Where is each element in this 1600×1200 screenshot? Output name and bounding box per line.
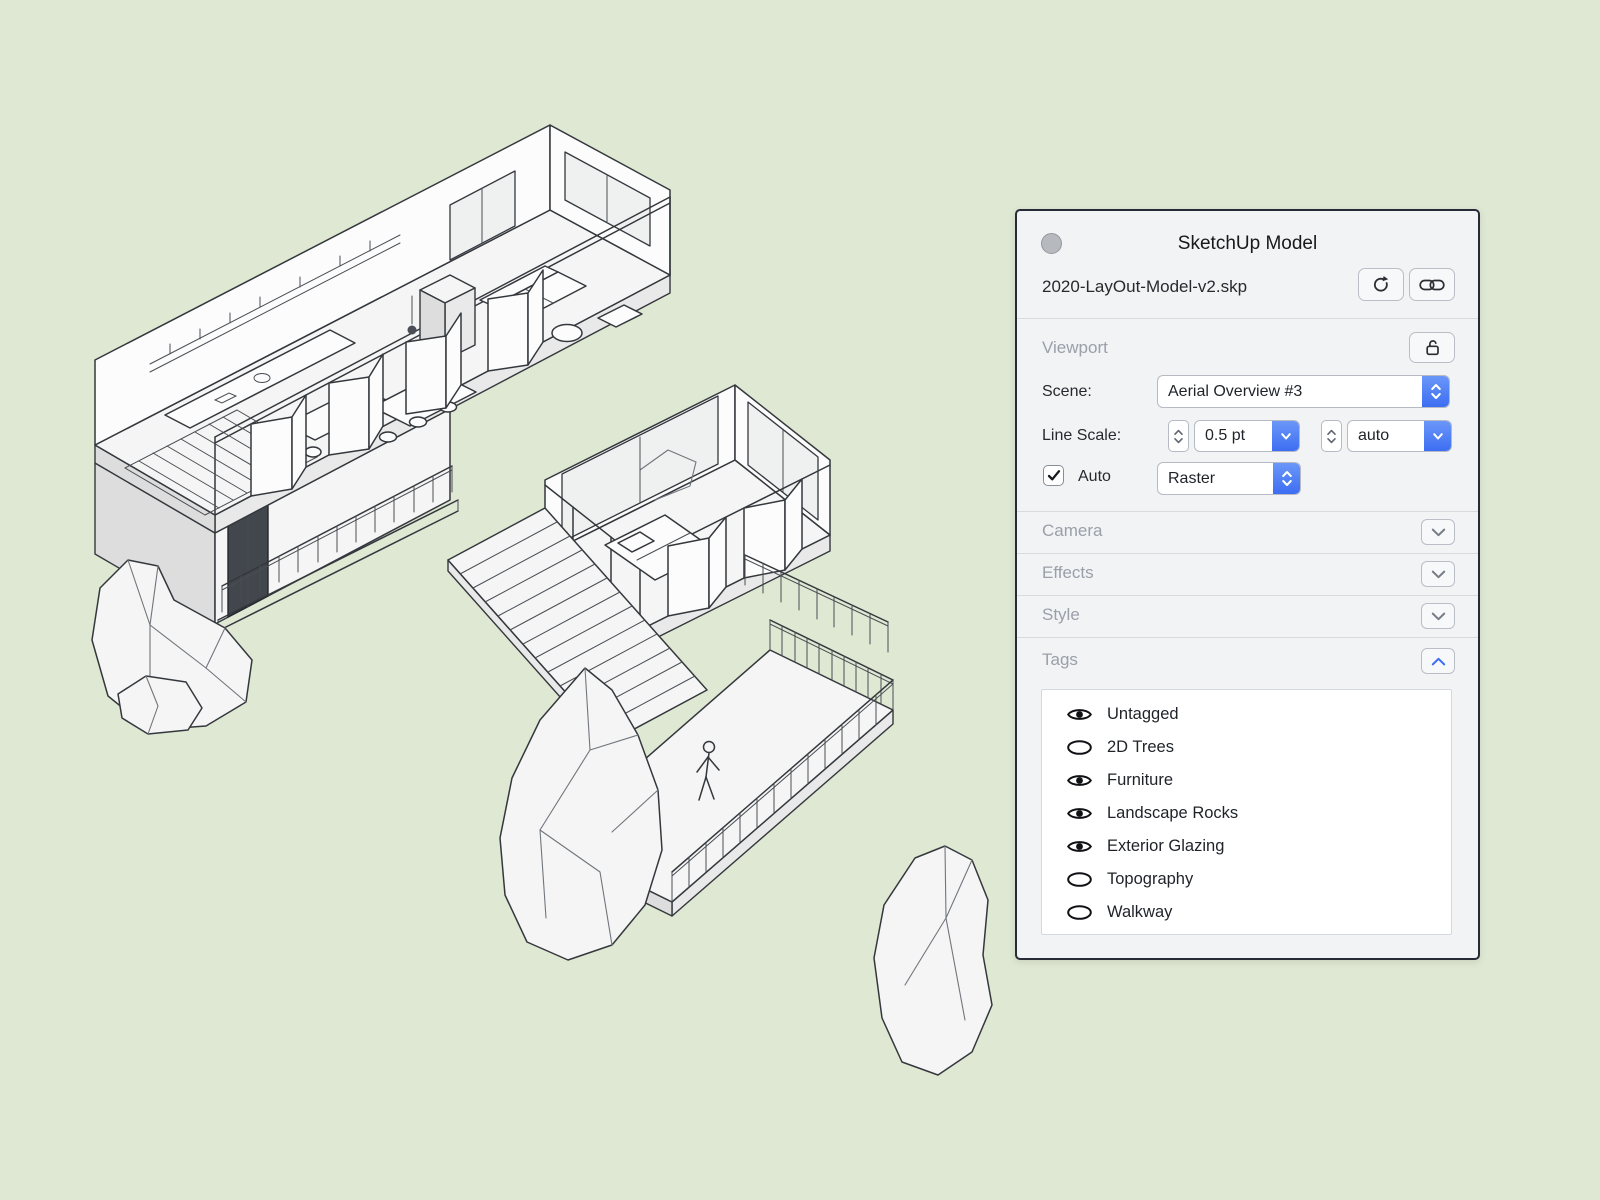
line-scale-auto-dropdown[interactable]: auto [1347, 420, 1452, 452]
tags-collapse-button[interactable] [1421, 648, 1455, 674]
dropdown-chevrons-icon[interactable] [1422, 376, 1449, 407]
line-scale-dropdown[interactable]: 0.5 pt [1194, 420, 1300, 452]
lock-viewport-button[interactable] [1409, 332, 1455, 363]
tag-row[interactable]: Exterior Glazing [1042, 830, 1451, 863]
tag-row[interactable]: 2D Trees [1042, 731, 1451, 764]
visibility-eye-icon[interactable] [1066, 739, 1093, 756]
chevron-down-icon [1431, 528, 1446, 537]
tag-label: Untagged [1107, 705, 1179, 724]
tag-label: Exterior Glazing [1107, 837, 1224, 856]
camera-collapse-button[interactable] [1421, 519, 1455, 545]
line-scale-auto-stepper[interactable] [1321, 420, 1342, 452]
refresh-reference-button[interactable] [1358, 268, 1404, 301]
rock-right [874, 846, 992, 1075]
style-collapse-button[interactable] [1421, 603, 1455, 629]
tag-row[interactable]: Untagged [1042, 698, 1451, 731]
layout-canvas: SketchUp Model 2020-LayOut-Model-v2.skp … [0, 0, 1600, 1200]
visibility-eye-icon[interactable] [1066, 904, 1093, 921]
tag-label: Walkway [1107, 903, 1172, 922]
scene-value: Aerial Overview #3 [1158, 383, 1422, 401]
tag-row[interactable]: Furniture [1042, 764, 1451, 797]
chevron-down-icon[interactable] [1424, 421, 1451, 451]
tags-section-label: Tags [1042, 650, 1078, 670]
chevron-down-icon [1431, 612, 1446, 621]
tag-row[interactable]: Topography [1042, 863, 1451, 896]
camera-section-label: Camera [1042, 521, 1102, 541]
line-scale-value: 0.5 pt [1195, 427, 1272, 445]
render-mode-dropdown[interactable]: Raster [1157, 462, 1301, 495]
line-scale-auto-value: auto [1348, 427, 1424, 445]
tags-list: Untagged 2D Trees Furniture [1041, 689, 1452, 935]
effects-collapse-button[interactable] [1421, 561, 1455, 587]
panel-title: SketchUp Model [1017, 233, 1478, 255]
tag-label: Landscape Rocks [1107, 804, 1238, 823]
section-tags: Tags [1017, 637, 1478, 687]
tag-row[interactable]: Walkway [1042, 896, 1451, 929]
render-mode-value: Raster [1158, 470, 1273, 488]
style-section-label: Style [1042, 605, 1080, 625]
tag-label: 2D Trees [1107, 738, 1174, 757]
chevron-up-icon [1431, 657, 1446, 666]
section-camera: Camera [1017, 511, 1478, 553]
visibility-eye-icon[interactable] [1066, 838, 1093, 855]
viewport-section-label: Viewport [1042, 338, 1108, 358]
chevron-down-icon[interactable] [1272, 421, 1299, 451]
scene-dropdown[interactable]: Aerial Overview #3 [1157, 375, 1450, 408]
tag-label: Topography [1107, 870, 1193, 889]
model-filename: 2020-LayOut-Model-v2.skp [1042, 277, 1247, 297]
line-scale-label: Line Scale: [1042, 427, 1121, 445]
tag-label: Furniture [1107, 771, 1173, 790]
section-style: Style [1017, 595, 1478, 637]
link-reference-button[interactable] [1409, 268, 1455, 301]
link-icon [1419, 276, 1445, 294]
sketchup-model-panel: SketchUp Model 2020-LayOut-Model-v2.skp … [1015, 209, 1480, 960]
visibility-eye-icon[interactable] [1066, 772, 1093, 789]
auto-checkbox[interactable] [1043, 465, 1064, 486]
visibility-eye-icon[interactable] [1066, 805, 1093, 822]
divider [1017, 318, 1478, 319]
auto-checkbox-label: Auto [1078, 468, 1111, 486]
scene-label: Scene: [1042, 383, 1092, 401]
dropdown-chevrons-icon[interactable] [1273, 463, 1300, 494]
chevron-down-icon [1431, 570, 1446, 579]
visibility-eye-icon[interactable] [1066, 871, 1093, 888]
tag-row[interactable]: Landscape Rocks [1042, 797, 1451, 830]
line-scale-stepper[interactable] [1168, 420, 1189, 452]
visibility-eye-icon[interactable] [1066, 706, 1093, 723]
refresh-icon [1371, 275, 1391, 295]
check-icon [1047, 469, 1061, 482]
effects-section-label: Effects [1042, 563, 1094, 583]
section-effects: Effects [1017, 553, 1478, 595]
lock-open-icon [1423, 338, 1442, 357]
